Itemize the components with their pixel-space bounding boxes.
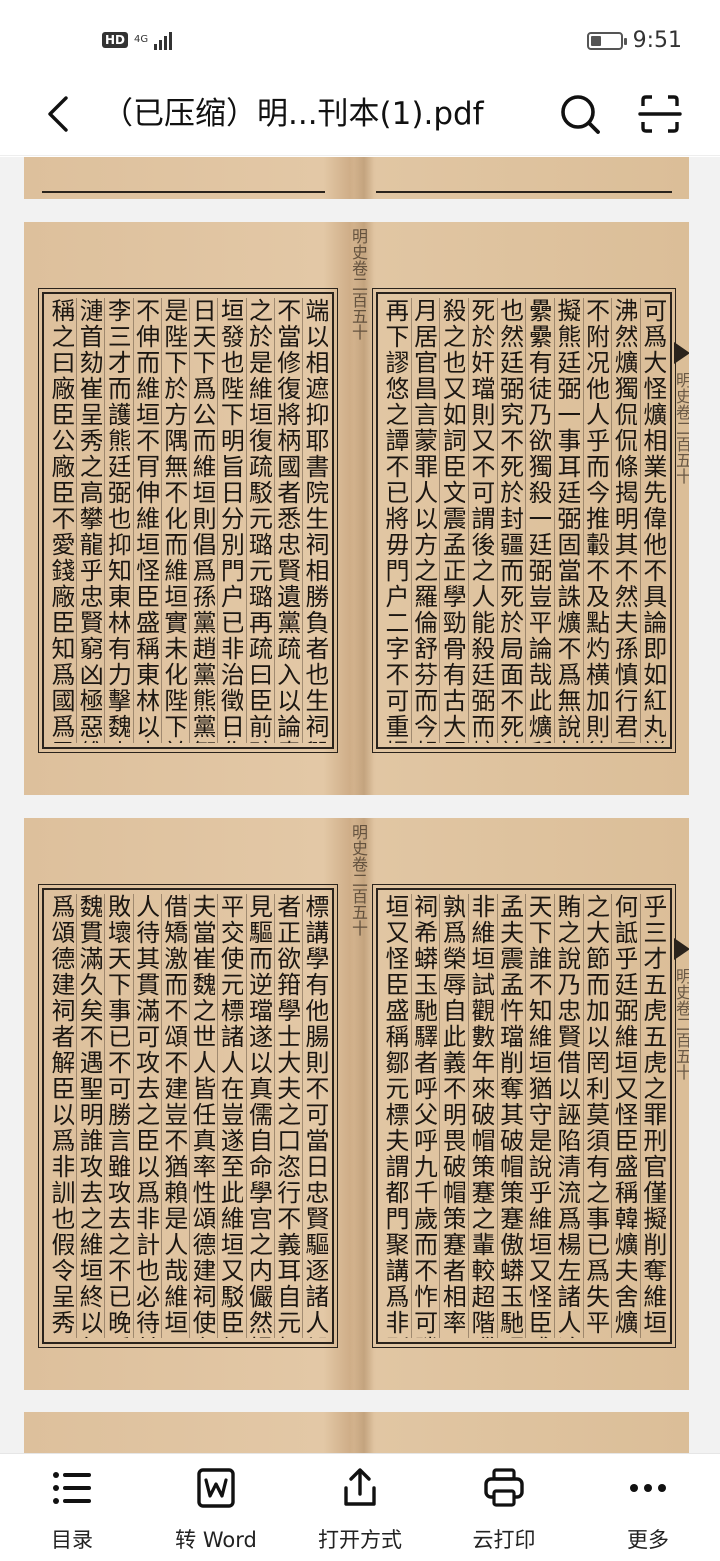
text-column: 之於是維垣復疏駁元璐元璐再疏曰臣前疏原爲維 (245, 298, 272, 743)
document-viewer[interactable]: 端以相遮抑耶書院生祠相勝負者也生祠毀書院豈 不當修復將柄國者悉忠賢遺黨疏入以論奏不… (0, 157, 720, 1453)
text-column: 日天下爲公而維垣則倡爲孫黨趙黨熊黨鄒黨之說 (189, 298, 216, 743)
page-border (42, 191, 325, 193)
document-title: （已压缩）明...刊本(1).pdf (102, 96, 484, 132)
text-column: 賄之說乃忠賢借以誣陷清流爲楊左諸人追贓地耳 (553, 894, 580, 1338)
toolbar-item-label: 更多 (627, 1528, 669, 1552)
text-column: 平交使元標諸人在豈遂至此維垣又駁臣假借矯激 (217, 894, 244, 1338)
toolbar-item-label: 目录 (51, 1528, 93, 1552)
battery-fill (590, 35, 601, 46)
status-right: 9:51 (586, 28, 682, 53)
text-column: 標講學有他腸則不可當日忠賢驅逐諸人毀廢書院 (301, 894, 328, 1338)
gutter-label: 明史卷二百五十 (673, 372, 689, 484)
scan-icon (638, 95, 682, 133)
printer-icon (484, 1468, 524, 1507)
text-column: 李三才而護熊廷弼也抑知東林有力擊魏忠賢之楊 (104, 298, 131, 743)
status-bar: HD 4G 9:51 (0, 0, 720, 78)
title-bar: （已压缩）明...刊本(1).pdf (0, 78, 720, 156)
battery-icon (586, 31, 627, 50)
text-column: 祠希蟒玉馳驛者呼父呼九千歲而不怍可勝歎哉維 (410, 894, 437, 1338)
back-button[interactable] (38, 92, 82, 136)
text-column: 之大節而加以罔利莫須有之事已爲失平至廷弼行 (582, 894, 609, 1338)
toolbar-item-more[interactable]: 更多 (588, 1454, 708, 1561)
text-column: 稱之曰廠臣公廠臣不愛錢廠臣知爲國爲民而何責 (48, 298, 74, 743)
text-column: 垣發也陛下明旨日分別門户已非治徵日化異爲同 (217, 298, 244, 743)
fish-tail-mark (674, 342, 689, 364)
search-button[interactable] (556, 90, 604, 138)
text-column: 不伸而維垣不肎伸維垣怪臣盛稱東林以東林嘗推 (132, 298, 159, 743)
list-icon (53, 1472, 91, 1504)
toolbar-item-to-word[interactable]: 转 Word (156, 1454, 276, 1561)
text-column: 爲頌德建祠者解臣以爲非訓也假令呈秀一人舞蹈 (48, 894, 74, 1338)
text-columns: 乎三才五虎五虎之罪刑官僅擬削奪維垣不駁正又 何詆乎廷弼維垣又怪臣盛稱韓爌夫舍爌昭然… (382, 894, 666, 1338)
word-icon (197, 1468, 235, 1508)
page-partial-top (24, 157, 689, 199)
text-column: 孰爲榮辱自此義不明畏破帽策蹇者相率而頌德建 (439, 894, 466, 1338)
network-type: 4G (134, 34, 149, 45)
text-column: 者正欲箝學士大夫之口恣行不義耳自元標以僞學 (273, 894, 300, 1338)
page-left-half: 端以相遮抑耶書院生祠相勝負者也生祠毀書院豈 不當修復將柄國者悉忠賢遺黨疏入以論奏不… (38, 288, 338, 753)
chevron-left-icon (48, 96, 68, 132)
toolbar-item-cloud-print[interactable]: 云打印 (444, 1454, 564, 1561)
text-column: 夫當崔魏之世人皆任真率性頌德建祠使有一人假 (189, 894, 216, 1338)
text-column: 端以相遮抑耶書院生祠相勝負者也生祠毀書院豈 (301, 298, 328, 743)
text-column: 擬熊廷弼一事耳廷弼固當誅爌不爲無說封疆失事 (553, 298, 580, 743)
text-column: 敗壞天下事已不可勝言雖攻去之不已晚乎即如崔 (104, 894, 131, 1338)
status-left: HD 4G (102, 30, 173, 50)
gutter-label: 明史卷二百五十 (673, 968, 689, 1080)
text-column: 再下謬悠之譚不已將毋門户二字不可重提耶用吏 (382, 298, 408, 743)
toolbar-item-toc[interactable]: 目录 (12, 1454, 132, 1561)
toolbar-item-label: 打开方式 (318, 1528, 402, 1552)
page-border (376, 191, 672, 193)
search-icon (561, 95, 600, 134)
text-column: 不附况他人乎而今推轂不及點灼横加則徒以其票 (582, 298, 609, 743)
page-fold (354, 1412, 374, 1453)
toolbar-item-open-with[interactable]: 打开方式 (300, 1454, 420, 1561)
text-column: 是陛下於方隅無不化而維垣實未化陛下於正氣無 (160, 298, 187, 743)
signal-icon (154, 30, 173, 50)
text-columns: 可爲大怪爌相業先偉他不具論即如紅丸議起舉國 沸然爌獨侃侃條揭明其不然夫孫慎行君子也… (382, 298, 666, 743)
text-column: 孟夫震孟忤璫削奪其破帽策蹇傲蟒玉馳驛語何可 (496, 894, 523, 1338)
gutter-label: 明史卷二百五十 (349, 824, 368, 936)
text-column: 垣又怪臣盛稱鄒元標夫謂都門聚講爲非則可謂元 (382, 894, 408, 1338)
gutter-label: 明史卷二百五十 (349, 228, 368, 340)
text-column: 漣首劾崔呈秀之高攀龍乎忠賢窮凶極惡維垣猶奪 (76, 298, 103, 743)
toolbar-item-label: 转 Word (175, 1528, 257, 1552)
page-partial-bottom (24, 1412, 689, 1453)
text-column: 人待其貫滿可攻去之臣以爲非計也必待其貫滿其 (132, 894, 159, 1338)
page-right-half: 可爲大怪爌相業先偉他不具論即如紅丸議起舉國 沸然爌獨侃侃條揭明其不然夫孫慎行君子也… (372, 288, 676, 753)
toolbar-item-label: 云打印 (472, 1528, 536, 1552)
clock: 9:51 (632, 28, 682, 53)
text-column: 沸然爌獨侃侃條揭明其不然夫孫慎行君子也爌且 (611, 298, 638, 743)
share-icon (344, 1468, 376, 1506)
text-column: 何詆乎廷弼維垣又怪臣盛稱韓爌夫舍爌昭然忤璫 (611, 894, 638, 1338)
text-column: 可爲大怪爌相業先偉他不具論即如紅丸議起舉國 (639, 298, 666, 743)
hd-badge: HD (102, 32, 129, 48)
text-column: 殺之也又如詞臣文震孟正學勁骨有古大臣之品三 (439, 298, 466, 743)
page-image-1: 端以相遮抑耶書院生祠相勝負者也生祠毀書院豈 不當修復將柄國者悉忠賢遺黨疏入以論奏不… (24, 222, 689, 795)
text-column: 非維垣試觀數年來破帽策蹇之輩較超階躐級之儔 (467, 894, 494, 1338)
page-left-half: 標講學有他腸則不可當日忠賢驅逐諸人毀廢書院 者正欲箝學士大夫之口恣行不義耳自元標以… (38, 884, 338, 1348)
page-fold (354, 157, 374, 199)
text-column: 借矯激而不頌不建豈不猶賴是人哉維垣以爲真小 (160, 894, 187, 1338)
fish-tail-mark (674, 938, 689, 960)
page-right-half: 乎三才五虎五虎之罪刑官僅擬削奪維垣不駁正又 何詆乎廷弼維垣又怪臣盛稱韓爌夫舍爌昭然… (372, 884, 676, 1348)
text-column: 月居官昌言蒙罪人以方之羅倫舒芬而今起用之旨 (410, 298, 437, 743)
text-columns: 標講學有他腸則不可當日忠賢驅逐諸人毀廢書院 者正欲箝學士大夫之口恣行不義耳自元標以… (48, 894, 328, 1338)
text-column: 見驅而逆璫遂以真儒自命學宫之内儼然揖先聖爲 (245, 894, 272, 1338)
text-column: 纍纍有徒乃欲獨殺一廷弼豈平論哉此爌所以閣筆 (525, 298, 552, 743)
text-columns: 端以相遮抑耶書院生祠相勝負者也生祠毀書院豈 不當修復將柄國者悉忠賢遺黨疏入以論奏不… (48, 298, 328, 743)
more-dots-icon (630, 1484, 666, 1492)
text-column: 死於奸璫則又不可謂後之人能殺廷弼而爌獨不能 (467, 298, 494, 743)
text-column: 乎三才五虎五虎之罪刑官僅擬削奪維垣不駁正又 (639, 894, 666, 1338)
scan-button[interactable] (636, 90, 684, 138)
page-image-2: 標講學有他腸則不可當日忠賢驅逐諸人毀廢書院 者正欲箝學士大夫之口恣行不義耳自元標以… (24, 818, 689, 1390)
text-column: 魏貫滿久矣不遇聖明誰攻去之維垣終以無可奈何 (76, 894, 103, 1338)
text-column: 不當修復將柄國者悉忠賢遺黨疏入以論奏不當責 (273, 298, 300, 743)
bottom-toolbar: 目录 转 Word 打开方式 云打印 更多 (0, 1453, 720, 1560)
text-column: 天下誰不知維垣猶守是說乎維垣又怪臣盛稱文震 (525, 894, 552, 1338)
text-column: 也然廷弼究不死於封疆而死於局面不死於法吏而 (496, 298, 523, 743)
